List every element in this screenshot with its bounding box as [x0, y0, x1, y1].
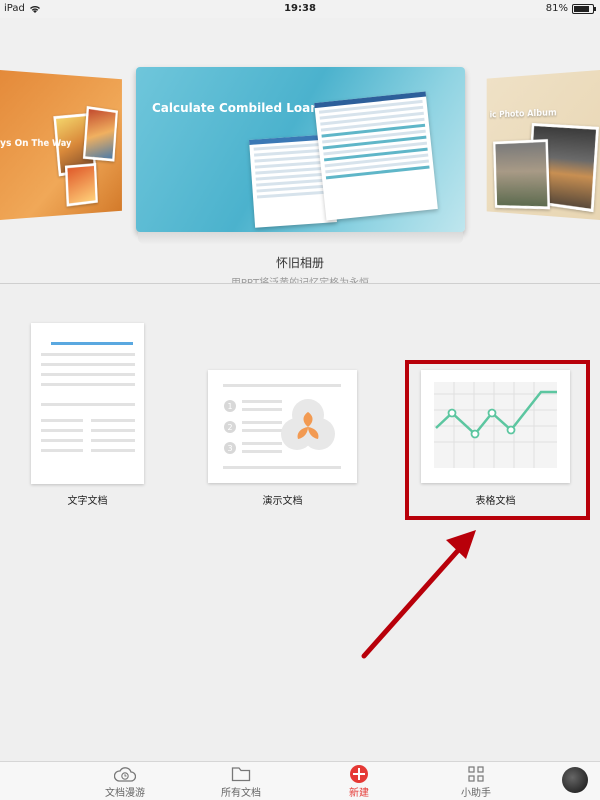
template-word-document[interactable] [31, 323, 144, 484]
main-card-heading: Calculate Combiled Loan [152, 101, 319, 115]
tab-all-documents-label: 所有文档 [221, 788, 261, 799]
battery-icon [572, 3, 596, 14]
tab-all-documents[interactable]: 所有文档 [201, 764, 281, 799]
left-card-title: ys On The Way [0, 138, 72, 149]
status-right: 81% [545, 3, 596, 14]
battery-percent: 81% [545, 3, 568, 14]
right-card-title: ic Photo Album [489, 107, 557, 121]
status-time: 19:38 [284, 3, 316, 14]
svg-text:1: 1 [227, 402, 232, 411]
folder-icon [231, 767, 251, 782]
main-card-title: 怀旧相册 [275, 256, 324, 270]
photo-thumbnail [82, 106, 118, 162]
main-card-subtitle: 用PPT将泛黄的记忆定格为永恒 [0, 274, 600, 283]
status-bar: iPad 19:38 81% [0, 0, 600, 18]
photo-thumbnail [64, 163, 98, 207]
template-presentation-label: 演示文档 [262, 496, 303, 507]
battery-fill [574, 5, 589, 12]
tab-new-label: 新建 [349, 788, 369, 799]
spreadsheet-preview [314, 91, 438, 221]
tab-assistant-label: 小助手 [461, 788, 491, 799]
cloud-clock-icon [114, 767, 136, 782]
carousel-card-left[interactable]: ys On The Way [0, 70, 122, 220]
svg-text:2: 2 [227, 423, 232, 432]
main-card-shadow [138, 232, 463, 244]
tab-cloud-roaming[interactable]: 文档漫游 [85, 764, 165, 799]
template-carousel[interactable]: ys On The Way ic Photo Album Calculate C… [0, 18, 600, 283]
svg-text:3: 3 [227, 444, 232, 453]
photo-thumbnail [493, 139, 551, 210]
grid-icon [468, 766, 484, 782]
carousel-card-right[interactable]: ic Photo Album [486, 70, 600, 220]
divider [0, 283, 600, 284]
bottom-tab-bar: 文档漫游 所有文档 新建 小助手 [0, 761, 600, 800]
highlight-box [405, 360, 590, 520]
carousel-card-main[interactable]: Calculate Combiled Loan [136, 67, 465, 232]
template-presentation[interactable]: 1 2 3 [208, 370, 357, 483]
avatar[interactable] [562, 767, 588, 793]
template-word-label: 文字文档 [67, 496, 108, 507]
add-circle-icon [350, 765, 368, 783]
tab-cloud-roaming-label: 文档漫游 [105, 788, 145, 799]
tab-new[interactable]: 新建 [319, 764, 399, 799]
tab-assistant[interactable]: 小助手 [436, 764, 516, 799]
